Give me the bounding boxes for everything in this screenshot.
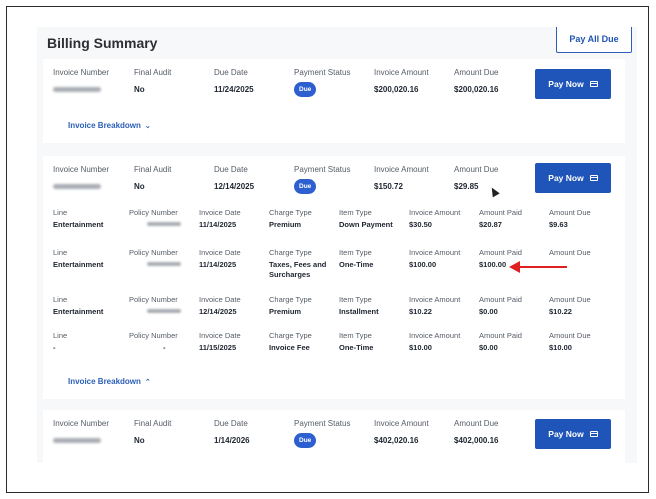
pay-now-button[interactable]: Pay Now [535,69,611,99]
credit-card-icon [589,175,598,181]
redacted-policy-number [147,309,181,313]
due-date-cell: Due Date 11/24/2025 [214,68,254,94]
final-audit-cell: Final Audit No [134,165,172,191]
credit-card-icon [589,431,598,437]
redacted-invoice-number [53,438,101,443]
final-audit-cell: Final Audit No [134,68,172,94]
invoice-card: Invoice Number Final Audit No Due Date 1… [43,59,625,143]
pay-now-button[interactable]: Pay Now [535,419,611,449]
redacted-policy-number [147,262,181,266]
payment-status-cell: Payment Status Due [294,164,350,194]
breakdown-row: Line Entertainment Policy Number Invoice … [53,295,591,316]
billing-summary-panel: Billing Summary Pay All Due Invoice Numb… [37,27,637,463]
breakdown-row: Line Entertainment Policy Number Invoice … [53,248,591,279]
invoice-number-cell: Invoice Number [53,164,109,192]
status-badge: Due [294,179,317,194]
credit-card-icon [589,81,598,87]
final-audit-cell: Final Audit No [134,419,172,445]
due-date-cell: Due Date 12/14/2025 [214,165,255,191]
status-badge: Due [294,433,317,448]
invoice-number-cell: Invoice Number [53,418,109,446]
breakdown-row: Line - Policy Number - Invoice Date 11/15/2… [53,331,591,352]
redacted-invoice-number [53,184,101,189]
invoice-amount-cell: Invoice Amount $200,020.16 [374,68,429,94]
red-arrow-head [509,261,520,273]
invoice-amount-cell: Invoice Amount $150.72 [374,165,429,191]
redacted-policy-number [147,222,181,226]
amount-due-cell: Amount Due $200,020.16 [454,68,499,94]
pay-now-button[interactable]: Pay Now [535,163,611,193]
amount-due-cell: Amount Due $402,000.16 [454,419,499,445]
status-badge: Due [294,82,317,97]
payment-status-cell: Payment Status Due [294,418,350,448]
red-arrow-annotation [517,266,567,268]
invoice-card: Invoice Number Final Audit No Due Date 1… [43,156,625,399]
breakdown-row: Line Entertainment Policy Number Invoice … [53,208,591,229]
invoice-breakdown-toggle[interactable]: Invoice Breakdown ⌃ [68,377,151,386]
invoice-card: Invoice Number Final Audit No Due Date 1… [43,410,625,463]
due-date-cell: Due Date 1/14/2026 [214,419,250,445]
chevron-up-icon: ⌃ [144,379,151,386]
invoice-number-cell: Invoice Number [53,67,109,95]
invoice-breakdown-toggle[interactable]: Invoice Breakdown ⌄ [68,121,151,130]
pay-all-due-button[interactable]: Pay All Due [556,27,632,53]
redacted-invoice-number [53,87,101,92]
payment-status-cell: Payment Status Due [294,67,350,97]
invoice-amount-cell: Invoice Amount $402,020.16 [374,419,429,445]
page-title: Billing Summary [47,35,158,51]
chevron-down-icon: ⌄ [144,123,151,130]
